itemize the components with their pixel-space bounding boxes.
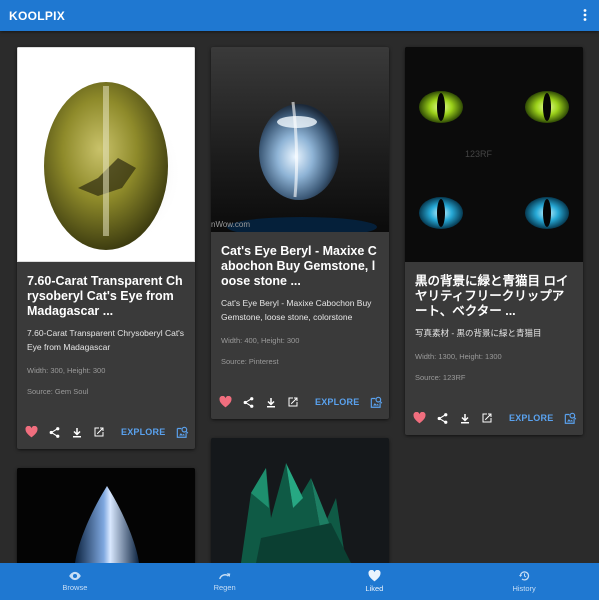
share-icon[interactable] (48, 425, 61, 439)
result-card-2[interactable]: nWow.com Cat's Eye Beryl - Maxixe Caboch… (211, 47, 389, 419)
nav-liked[interactable]: Liked (300, 563, 450, 600)
card-title: 黒の背景に緑と青猫目 ロイヤリティフリークリップアート、ベクター ... (415, 274, 569, 318)
explore-button[interactable]: EXPLORE (121, 427, 165, 437)
card-image[interactable] (17, 47, 195, 262)
card-source: Source: Pinterest (221, 357, 279, 366)
nav-browse[interactable]: Browse (0, 563, 150, 600)
like-heart-icon[interactable] (25, 425, 38, 439)
nav-label: Liked (365, 584, 384, 593)
card-image[interactable] (17, 468, 195, 563)
open-external-icon[interactable] (93, 425, 105, 439)
share-icon[interactable] (242, 395, 255, 409)
card-source: Source: Gem Soul (27, 387, 89, 396)
download-icon[interactable] (459, 411, 471, 425)
card-source: Source: 123RF (415, 373, 466, 382)
eye-icon (69, 571, 81, 581)
explore-button[interactable]: EXPLORE (509, 413, 553, 423)
open-external-icon[interactable] (481, 411, 493, 425)
share-icon[interactable] (436, 411, 449, 425)
card-image[interactable]: 123RF (405, 47, 583, 262)
more-vert-icon[interactable] (583, 8, 587, 23)
card-image[interactable]: nWow.com (211, 47, 389, 232)
card-title: Cat's Eye Beryl - Maxixe Cabochon Buy Ge… (221, 244, 377, 288)
result-card-3[interactable]: 123RF 黒の背景に緑と青猫目 ロイヤリティフリークリップアート、ベクター .… (405, 47, 583, 435)
image-watermark: 123RF (465, 149, 493, 159)
image-search-icon[interactable] (369, 395, 383, 409)
app-title: KOOLPIX (9, 8, 66, 23)
like-heart-icon[interactable] (413, 411, 426, 425)
download-icon[interactable] (265, 395, 277, 409)
image-watermark: nWow.com (211, 220, 250, 229)
image-search-icon[interactable] (175, 425, 189, 439)
nav-history[interactable]: History (449, 563, 599, 600)
card-actions: EXPLORE (211, 385, 389, 419)
result-card-1[interactable]: 7.60-Carat Transparent Chrysoberyl Cat's… (17, 47, 195, 449)
redo-icon (218, 573, 230, 580)
bottom-navigation: Browse Regen Liked History (0, 563, 599, 600)
card-image[interactable] (211, 438, 389, 563)
nav-label: History (512, 584, 536, 593)
card-dimensions: Width: 1300, Height: 1300 (415, 352, 502, 361)
card-actions: EXPLORE (17, 415, 195, 449)
history-icon (518, 571, 529, 581)
card-dimensions: Width: 300, Height: 300 (27, 366, 106, 375)
card-title: 7.60-Carat Transparent Chrysoberyl Cat's… (27, 274, 183, 318)
result-card-4[interactable] (17, 468, 195, 563)
nav-regen[interactable]: Regen (150, 563, 300, 600)
explore-button[interactable]: EXPLORE (315, 397, 359, 407)
result-card-5[interactable] (211, 438, 389, 563)
open-external-icon[interactable] (287, 395, 299, 409)
heart-icon (368, 570, 381, 582)
card-description: 7.60-Carat Transparent Chrysoberyl Cat's… (27, 328, 185, 352)
card-actions: EXPLORE (405, 401, 583, 435)
card-dimensions: Width: 400, Height: 300 (221, 336, 300, 345)
download-icon[interactable] (71, 425, 83, 439)
app-bar: KOOLPIX (0, 0, 599, 31)
nav-label: Browse (62, 583, 88, 592)
card-description: 写真素材 - 黒の背景に緑と青猫目 (415, 328, 542, 338)
nav-label: Regen (213, 583, 236, 592)
card-description: Cat's Eye Beryl - Maxixe Cabochon Buy Ge… (221, 298, 372, 322)
like-heart-icon[interactable] (219, 395, 232, 409)
image-search-icon[interactable] (563, 411, 577, 425)
